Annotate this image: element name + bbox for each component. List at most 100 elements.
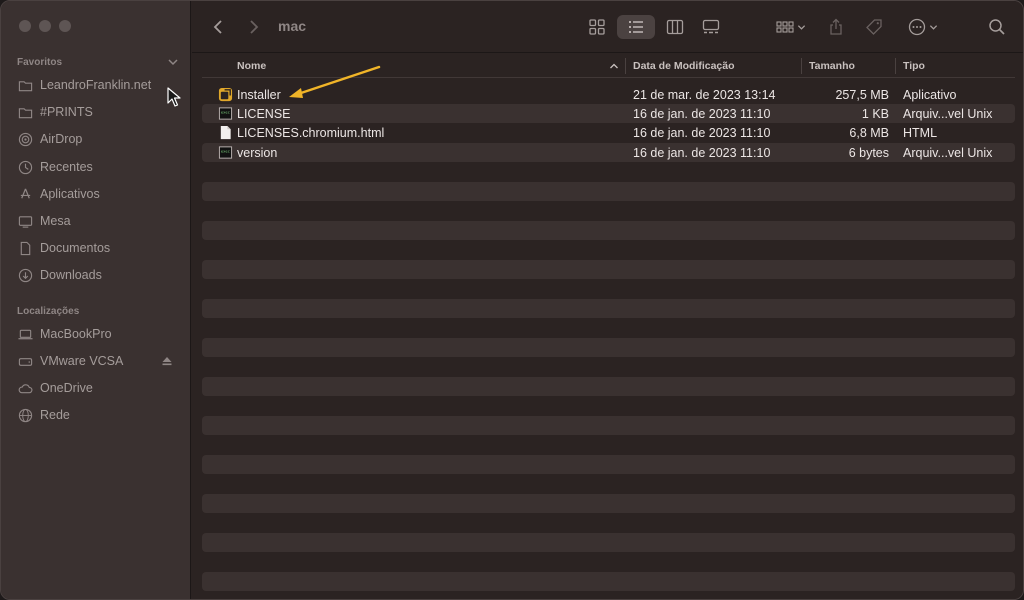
file-name: Installer xyxy=(237,88,281,102)
sidebar-item-documentos[interactable]: Documentos xyxy=(17,237,183,259)
sort-ascending-icon xyxy=(610,63,618,69)
sidebar-item-label: Documentos xyxy=(40,241,111,255)
chevron-down-icon xyxy=(929,24,938,30)
sidebar-item-label: #PRINTS xyxy=(40,105,93,119)
empty-row-stripe xyxy=(202,533,1015,552)
sidebar-item-onedrive[interactable]: OneDrive xyxy=(17,377,183,399)
column-divider[interactable] xyxy=(895,58,896,74)
file-date: 21 de mar. de 2023 13:14 xyxy=(633,88,776,102)
eject-icon[interactable] xyxy=(161,355,173,367)
column-header-size[interactable]: Tamanho xyxy=(809,60,855,72)
search-icon xyxy=(989,19,1005,35)
sidebar-item-label: Downloads xyxy=(40,268,102,282)
file-name: version xyxy=(237,146,278,160)
table-row[interactable]: LICENSES.chromium.html 16 de jan. de 202… xyxy=(202,123,1015,142)
empty-row-stripe xyxy=(202,221,1015,240)
icon-view-button[interactable] xyxy=(585,15,609,39)
minimize-window-button[interactable] xyxy=(39,20,51,32)
sidebar-item-recentes[interactable]: Recentes xyxy=(17,156,183,178)
folder-icon xyxy=(17,104,33,120)
sidebar-item-label: LeandroFranklin.net xyxy=(40,78,152,92)
sidebar-item-mesa[interactable]: Mesa xyxy=(17,210,183,232)
file-kind: Arquiv...vel Unix xyxy=(903,146,993,160)
sidebar-item-label: Rede xyxy=(40,408,70,422)
toolbar: mac xyxy=(192,1,1023,53)
group-by-button[interactable] xyxy=(771,15,811,39)
share-button[interactable] xyxy=(824,15,848,39)
list-icon xyxy=(629,21,643,33)
column-header-name[interactable]: Nome xyxy=(237,60,266,72)
empty-row-stripe xyxy=(202,416,1015,435)
tag-icon xyxy=(866,19,882,35)
sidebar-item-label: MacBookPro xyxy=(40,327,112,341)
disk-icon xyxy=(17,353,33,369)
sidebar-item-macbookpro[interactable]: MacBookPro xyxy=(17,323,183,345)
sidebar-item-label: Mesa xyxy=(40,214,71,228)
favorites-section-title: Favoritos xyxy=(17,57,63,68)
zoom-window-button[interactable] xyxy=(59,20,71,32)
close-window-button[interactable] xyxy=(19,20,31,32)
table-row[interactable]: exec LICENSE 16 de jan. de 2023 11:10 1 … xyxy=(202,104,1015,123)
back-button[interactable] xyxy=(208,15,230,39)
column-view-button[interactable] xyxy=(663,15,687,39)
sidebar-item-rede[interactable]: Rede xyxy=(17,404,183,426)
file-size: 257,5 MB xyxy=(835,88,889,102)
sidebar-item-vmware-vcsa[interactable]: VMware VCSA xyxy=(17,350,183,372)
gallery-view-button[interactable] xyxy=(699,15,723,39)
empty-row-stripe xyxy=(202,377,1015,396)
network-icon xyxy=(17,407,33,423)
sidebar-item-label: AirDrop xyxy=(40,132,83,146)
sidebar: Favoritos LeandroFranklin.net #PRINTS Ai… xyxy=(1,1,191,599)
file-kind: Arquiv...vel Unix xyxy=(903,107,993,121)
file-name: LICENSES.chromium.html xyxy=(237,126,385,140)
terminal-file-icon: exec xyxy=(218,107,233,120)
table-row[interactable]: exec version 16 de jan. de 2023 11:10 6 … xyxy=(202,143,1015,162)
svg-text:exec: exec xyxy=(221,111,230,115)
laptop-icon xyxy=(17,326,33,342)
empty-row-stripe xyxy=(202,182,1015,201)
file-size: 6,8 MB xyxy=(849,126,889,140)
svg-text:exec: exec xyxy=(221,150,230,154)
sidebar-item-leandrofranklin[interactable]: LeandroFranklin.net xyxy=(17,74,183,96)
empty-row-stripe xyxy=(202,338,1015,357)
download-icon xyxy=(17,267,33,283)
more-actions-button[interactable] xyxy=(904,15,942,39)
terminal-file-icon: exec xyxy=(218,146,233,159)
empty-row-stripe xyxy=(202,299,1015,318)
ellipsis-circle-icon xyxy=(908,18,926,36)
sidebar-item-aplicativos[interactable]: Aplicativos xyxy=(17,183,183,205)
sidebar-item-prints[interactable]: #PRINTS xyxy=(17,101,183,123)
sidebar-item-airdrop[interactable]: AirDrop xyxy=(17,128,183,150)
cloud-icon xyxy=(17,380,33,396)
installer-icon xyxy=(218,87,233,102)
file-size: 1 KB xyxy=(861,107,889,121)
apps-icon xyxy=(17,186,33,202)
chevron-down-icon xyxy=(797,24,806,30)
file-name: LICENSE xyxy=(237,107,291,121)
file-date: 16 de jan. de 2023 11:10 xyxy=(633,126,771,140)
chevron-right-icon xyxy=(250,20,259,34)
clock-icon xyxy=(17,159,33,175)
forward-button[interactable] xyxy=(242,15,264,39)
file-date: 16 de jan. de 2023 11:10 xyxy=(633,107,771,121)
search-button[interactable] xyxy=(985,15,1009,39)
finder-window: Favoritos LeandroFranklin.net #PRINTS Ai… xyxy=(0,0,1024,600)
column-divider[interactable] xyxy=(625,58,626,74)
file-list: Nome Data de Modificação Tamanho Tipo In… xyxy=(192,54,1023,599)
annotation-arrow-icon xyxy=(289,65,381,98)
empty-row-stripe xyxy=(202,455,1015,474)
column-header-date[interactable]: Data de Modificação xyxy=(633,60,735,72)
list-view-button[interactable] xyxy=(617,15,655,39)
desktop-icon xyxy=(17,213,33,229)
airdrop-icon xyxy=(17,131,33,147)
column-header-kind[interactable]: Tipo xyxy=(903,60,925,72)
chevron-down-icon[interactable] xyxy=(167,56,179,68)
sidebar-item-downloads[interactable]: Downloads xyxy=(17,264,183,286)
file-size: 6 bytes xyxy=(848,146,889,160)
sidebar-item-label: OneDrive xyxy=(40,381,93,395)
locations-section-title: Localizações xyxy=(17,306,80,317)
empty-row-stripe xyxy=(202,572,1015,591)
column-divider[interactable] xyxy=(801,58,802,74)
tags-button[interactable] xyxy=(862,15,886,39)
columns-icon xyxy=(666,19,684,35)
